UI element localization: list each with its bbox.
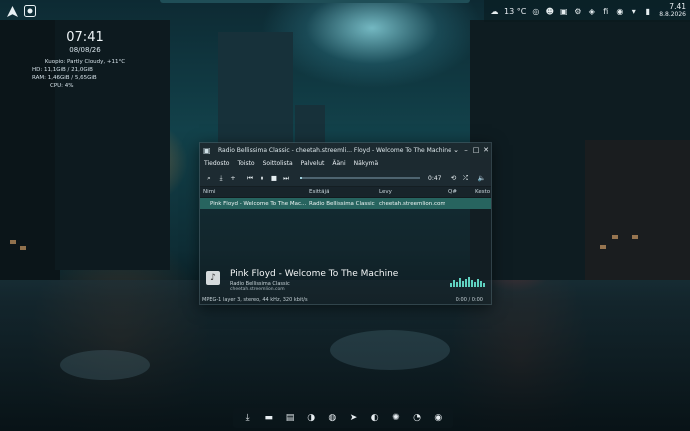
add-file-icon[interactable]: + (227, 174, 239, 182)
visualizer (450, 275, 485, 287)
seek-slider[interactable] (300, 177, 420, 179)
steam-icon[interactable]: ◐ (368, 411, 382, 425)
desktop-system-widget: 07:41 08/08/26 Kuopio: Partly Cloudy, +1… (30, 30, 140, 89)
window-light (10, 240, 16, 244)
weather-temp: 13 °C (504, 6, 527, 16)
column-length[interactable]: Kesto (472, 189, 491, 195)
now-playing-song: Pink Floyd - Welcome To The Machine (230, 269, 399, 279)
next-icon[interactable]: ⏭ (280, 174, 292, 183)
telegram-icon[interactable]: ➤ (347, 411, 361, 425)
maximize-icon[interactable]: □ (471, 146, 481, 154)
search-icon[interactable]: ⌕ (203, 174, 215, 183)
download-icon[interactable]: ⤓ (241, 411, 255, 425)
arrow-icon[interactable]: ▾ (629, 7, 638, 16)
music-icon[interactable]: ◔ (410, 411, 424, 425)
playlist-header: Nimi Esittäjä Levy Q# Kesto (200, 187, 491, 198)
widget-cpu: CPU: 4% (50, 83, 74, 89)
audacious-window: ▣ Radio Bellissima Classic - cheetah.str… (199, 142, 492, 305)
column-queue[interactable]: Q# (445, 189, 472, 195)
clock-time: 7.41 (669, 2, 686, 11)
terminal-icon[interactable]: ▤ (283, 411, 297, 425)
window-title: Radio Bellissima Classic - cheetah.stree… (218, 146, 451, 154)
window-light (612, 235, 618, 239)
top-panel: ☁ 13 °C ◎ ☻ ▣ ⚙ ◈ fi ◉ ▾ ▮ 7.41 8.8.2026 (0, 0, 690, 22)
clock-date: 8.8.2026 (659, 11, 686, 18)
widget-date: 08/08/26 (69, 46, 101, 54)
panel-clock[interactable]: 7.41 8.8.2026 (659, 3, 690, 19)
building-mid-right (295, 105, 325, 145)
menu-playlist[interactable]: Soittolista (263, 160, 293, 167)
lock-icon[interactable]: ◈ (587, 7, 596, 16)
music-note-icon: ♪ (206, 271, 220, 285)
row-artist: Radio Bellissima Classic (309, 200, 375, 207)
shuffle-icon[interactable]: ⤮ (459, 174, 471, 183)
weather-icon[interactable]: ☁ (490, 7, 499, 16)
window-titlebar[interactable]: ▣ Radio Bellissima Classic - cheetah.str… (200, 143, 491, 157)
menu-file[interactable]: Tiedosto (204, 160, 229, 167)
menu-playback[interactable]: Toisto (237, 160, 254, 167)
audio-icon[interactable]: ◑ (304, 411, 318, 425)
previous-icon[interactable]: ⏮ (244, 174, 256, 183)
dock: ⤓ ▬ ▤ ◑ ◍ ➤ ◐ ✺ ◔ ◉ (233, 408, 453, 428)
menu-view[interactable]: Näkymä (354, 160, 379, 167)
keyboard-layout-indicator[interactable]: fi (601, 7, 610, 16)
audacious-icon[interactable] (22, 3, 38, 19)
stream-format: MPEG-1 layer 3, stereo, 44 kHz, 320 kbit… (202, 297, 308, 303)
widget-weather: Kuopio: Partly Cloudy, +11°C (44, 59, 126, 65)
stream-position: 0:00 / 0:00 (455, 297, 483, 303)
column-name[interactable]: Nimi (200, 189, 306, 195)
row-album: cheetah.streemlion.com (379, 200, 445, 207)
column-artist[interactable]: Esittäjä (306, 189, 376, 195)
minimize-icon[interactable]: – (461, 146, 471, 154)
player-toolbar: ⌕ ⤓ + ⏮ ⏸ ■ ⏭ 0:47 ⟲ ⤮ 🔈 (200, 170, 491, 187)
open-file-icon[interactable]: ⤓ (215, 174, 227, 183)
menu-services[interactable]: Palvelut (301, 160, 325, 167)
now-playing-url: cheetah.streemlion.com (230, 287, 285, 292)
window-light (632, 235, 638, 239)
arch-logo-icon[interactable] (4, 3, 20, 19)
widget-time: 07:41 (66, 30, 104, 45)
now-playing-panel: ♪ Pink Floyd - Welcome To The Machine Ra… (200, 257, 491, 304)
browser-icon[interactable]: ✺ (389, 411, 403, 425)
close-icon[interactable]: ✕ (481, 146, 491, 154)
network-icon[interactable]: ◉ (615, 7, 624, 16)
repeat-icon[interactable]: ⟲ (447, 174, 459, 182)
window-light (20, 246, 26, 250)
building-right-front (585, 140, 690, 280)
menu-audio[interactable]: Ääni (332, 160, 345, 167)
building-mid-tower (218, 32, 293, 147)
volume-icon[interactable]: 🔈 (475, 174, 487, 182)
pause-icon[interactable]: ⏸ (256, 174, 268, 183)
widget-hd: HD: 11,1GiB / 21,0GiB (32, 67, 93, 73)
row-name: Pink Floyd - Welcome To The Mac... (210, 200, 306, 207)
system-tray: ☁ 13 °C ◎ ☻ ▣ ⚙ ◈ fi ◉ ▾ ▮ 7.41 8.8.2026 (484, 0, 690, 22)
window-light (600, 245, 606, 249)
elapsed-time: 0:47 (428, 174, 442, 182)
camera-icon[interactable]: ▣ (559, 7, 568, 16)
table-row[interactable]: Pink Floyd - Welcome To The Mac... Radio… (200, 198, 491, 209)
puddle (60, 350, 150, 380)
settings-icon[interactable]: ⚙ (573, 7, 582, 16)
ring-icon[interactable]: ◎ (531, 7, 540, 16)
audacious-icon[interactable]: ◉ (431, 411, 445, 425)
audacious-icon: ▣ (203, 145, 211, 155)
chevron-down-icon[interactable]: ⌄ (451, 146, 461, 154)
column-album[interactable]: Levy (376, 189, 445, 195)
battery-icon[interactable]: ▮ (643, 7, 652, 16)
panel-accent (160, 0, 470, 3)
folder-icon[interactable]: ▬ (262, 411, 276, 425)
puddle (330, 330, 450, 370)
widget-ram: RAM: 1,46GiB / 5,65GiB (32, 75, 97, 81)
discord-icon[interactable]: ◍ (325, 411, 339, 425)
stop-icon[interactable]: ■ (268, 174, 280, 182)
cat-icon[interactable]: ☻ (545, 7, 554, 16)
menu-bar: Tiedosto Toisto Soittolista Palvelut Ään… (200, 157, 491, 170)
